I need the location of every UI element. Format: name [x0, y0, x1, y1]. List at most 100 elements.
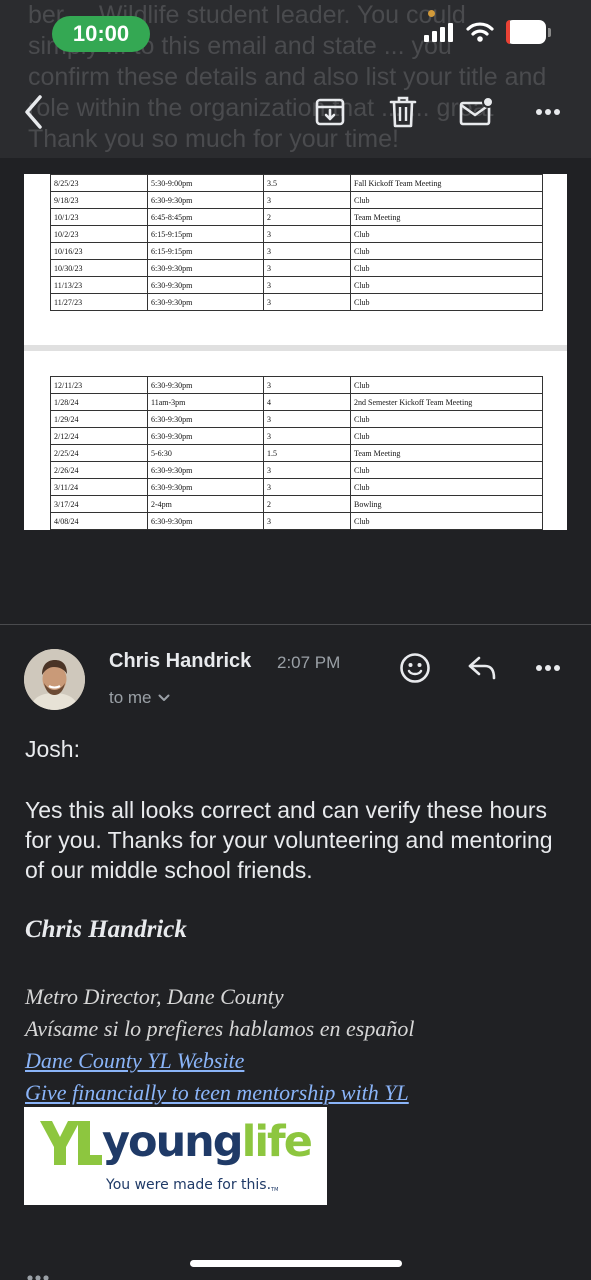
table-row: 8/25/23 5:30-9:00pm 3.5 Fall Kickoff Team M…	[50, 174, 543, 192]
table-row: 1/29/24 6:30-9:30pm 3 Club	[50, 410, 543, 428]
time-cell: 2-4pm	[147, 495, 264, 513]
logo-tagline-text: You were made for this.	[106, 1177, 272, 1193]
more-horizontal-icon	[27, 1275, 49, 1280]
signature-link-donate[interactable]: Give financially to teen mentorship with…	[25, 1078, 409, 1108]
time-cell: 6:30-9:30pm	[147, 512, 264, 530]
date-cell: 3/11/24	[50, 478, 148, 496]
email-screen: ber ... Wildlife student leader. You cou…	[0, 0, 591, 1280]
hours-cell: 3	[263, 512, 351, 530]
message-more-button[interactable]	[528, 648, 568, 688]
time-cell: 6:45-8:45pm	[147, 208, 264, 226]
hours-cell: 3	[263, 410, 351, 428]
date-cell: 10/16/23	[50, 242, 148, 260]
show-trimmed-content-button[interactable]	[26, 1262, 50, 1280]
hours-table-page-2: 12/11/23 6:30-9:30pm 3 Club 1/28/24 11am-3pm 4…	[50, 376, 543, 530]
date-cell: 4/08/24	[50, 512, 148, 530]
time-cell: 6:15-9:15pm	[147, 225, 264, 243]
hours-cell: 3.5	[263, 174, 351, 192]
activity-cell: Club	[350, 191, 543, 209]
date-cell: 2/25/24	[50, 444, 148, 462]
table-row: 10/1/23 6:45-8:45pm 2 Team Meeting	[50, 208, 543, 226]
activity-cell: Club	[350, 259, 543, 277]
table-row: 9/18/23 6:30-9:30pm 3 Club	[50, 191, 543, 209]
status-time: 10:00	[52, 16, 150, 52]
activity-cell: 2nd Semester Kickoff Team Meeting	[350, 393, 543, 411]
date-cell: 10/30/23	[50, 259, 148, 277]
signature-link-website[interactable]: Dane County YL Website	[25, 1046, 244, 1076]
time-cell: 6:30-9:30pm	[147, 191, 264, 209]
hours-cell: 3	[263, 427, 351, 445]
mark-unread-button[interactable]	[456, 92, 496, 132]
archive-button[interactable]	[310, 92, 350, 132]
home-indicator[interactable]	[190, 1260, 402, 1267]
recipient-label: to me	[109, 688, 152, 707]
signature-spanish-note: Avísame si lo prefieres hablamos en espa…	[25, 1016, 415, 1041]
hours-cell: 3	[263, 242, 351, 260]
table-row: 12/11/23 6:30-9:30pm 3 Club	[50, 376, 543, 394]
attachment-document-image: 8/25/23 5:30-9:00pm 3.5 Fall Kickoff Team M…	[24, 174, 567, 530]
time-cell: 6:30-9:30pm	[147, 410, 264, 428]
table-row: 1/28/24 11am-3pm 4 2nd Semester Kickoff Tea…	[50, 393, 543, 411]
activity-cell: Club	[350, 410, 543, 428]
activity-cell: Club	[350, 242, 543, 260]
table-row: 3/11/24 6:30-9:30pm 3 Club	[50, 478, 543, 496]
hours-cell: 3	[263, 461, 351, 479]
activity-cell: Team Meeting	[350, 444, 543, 462]
more-options-button[interactable]	[528, 92, 568, 132]
hours-cell: 1.5	[263, 444, 351, 462]
activity-cell: Club	[350, 512, 543, 530]
hours-cell: 2	[263, 495, 351, 513]
date-cell: 11/27/23	[50, 293, 148, 311]
reply-arrow-icon	[468, 656, 496, 680]
date-cell: 3/17/24	[50, 495, 148, 513]
date-cell: 8/25/23	[50, 174, 148, 192]
logo-wordmark: younglife	[102, 1117, 313, 1167]
smiley-icon	[400, 653, 430, 683]
back-arrow-icon	[25, 95, 42, 129]
date-cell: 1/28/24	[50, 393, 148, 411]
donate-link[interactable]: Give financially to teen mentorship with…	[25, 1080, 409, 1105]
table-row: 11/13/23 6:30-9:30pm 3 Club	[50, 276, 543, 294]
activity-cell: Club	[350, 276, 543, 294]
reply-button[interactable]	[462, 648, 502, 688]
time-cell: 6:30-9:30pm	[147, 293, 264, 311]
time-cell: 6:30-9:30pm	[147, 376, 264, 394]
logo-word-young: young	[102, 1117, 244, 1167]
time-cell: 6:30-9:30pm	[147, 478, 264, 496]
delete-button[interactable]	[383, 92, 423, 132]
hours-cell: 3	[263, 276, 351, 294]
table-row: 11/27/23 6:30-9:30pm 3 Club	[50, 293, 543, 311]
back-button[interactable]	[14, 92, 54, 132]
table-row: 10/30/23 6:30-9:30pm 3 Club	[50, 259, 543, 277]
younglife-logo[interactable]: younglife You were made for this.TM	[24, 1107, 327, 1205]
table-row: 10/16/23 6:15-9:15pm 3 Club	[50, 242, 543, 260]
date-cell: 10/2/23	[50, 225, 148, 243]
hours-cell: 3	[263, 191, 351, 209]
time-cell: 6:30-9:30pm	[147, 461, 264, 479]
message-body: Yes this all looks correct and can verif…	[25, 797, 553, 883]
recipient-details-toggle[interactable]: to me	[109, 688, 170, 708]
activity-cell: Fall Kickoff Team Meeting	[350, 174, 543, 192]
more-horizontal-icon	[536, 109, 560, 115]
battery-cap	[548, 27, 551, 37]
hours-cell: 4	[263, 393, 351, 411]
more-horizontal-icon	[536, 665, 560, 671]
activity-cell: Club	[350, 427, 543, 445]
hours-cell: 3	[263, 259, 351, 277]
website-link[interactable]: Dane County YL Website	[25, 1048, 244, 1073]
hours-cell: 3	[263, 225, 351, 243]
time-cell: 11am-3pm	[147, 393, 264, 411]
add-reaction-button[interactable]	[395, 648, 435, 688]
logo-trademark: TM	[271, 1187, 279, 1193]
privacy-indicator-dot	[428, 10, 435, 17]
table-row: 2/12/24 6:30-9:30pm 3 Club	[50, 427, 543, 445]
time-cell: 6:30-9:30pm	[147, 276, 264, 294]
logo-tagline: You were made for this.TM	[106, 1177, 278, 1193]
date-cell: 10/1/23	[50, 208, 148, 226]
sender-avatar[interactable]	[24, 649, 85, 710]
message-greeting: Josh:	[25, 736, 80, 762]
sender-name[interactable]: Chris Handrick	[109, 650, 251, 673]
hours-cell: 3	[263, 376, 351, 394]
battery-level-fill	[506, 20, 510, 44]
table-row: 2/26/24 6:30-9:30pm 3 Club	[50, 461, 543, 479]
